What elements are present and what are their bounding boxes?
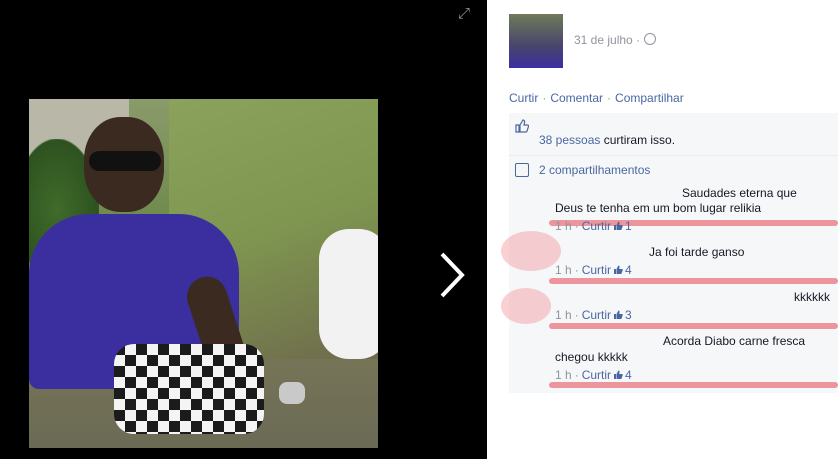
comment-time[interactable]: 1 h bbox=[555, 368, 572, 382]
thumbs-up-icon bbox=[614, 370, 623, 379]
photo-viewer: ⤢ bbox=[0, 0, 487, 459]
comment-meta: 1 h · Curtir 4 bbox=[555, 368, 632, 382]
comment: Saudades eterna que Deus te tenha em um … bbox=[509, 183, 838, 238]
comment-text: Acorda Diabo carne fresca bbox=[663, 334, 806, 348]
likes-box: 38 pessoas curtiram isso. 2 compartilham… bbox=[509, 113, 838, 183]
share-button[interactable]: Compartilhar bbox=[615, 91, 684, 105]
post-photo[interactable] bbox=[29, 99, 378, 448]
author-name-redacted[interactable] bbox=[574, 14, 694, 28]
comments-list: Saudades eterna que Deus te tenha em um … bbox=[501, 183, 838, 393]
post-panel: 31 de julho · Curtir · Comentar · Compartilh… bbox=[487, 0, 838, 459]
comment-meta: 1 h · Curtir 3 bbox=[555, 308, 632, 322]
comment-like-count[interactable]: 4 bbox=[625, 368, 632, 382]
post-date[interactable]: 31 de julho · bbox=[574, 33, 657, 47]
thumbs-up-icon bbox=[614, 221, 623, 230]
comment: kkkkkk 1 h · Curtir 3 bbox=[509, 284, 838, 329]
photo-other-person bbox=[319, 229, 378, 359]
comment-time[interactable]: 1 h bbox=[555, 308, 572, 322]
comment: Acorda Diabo carne fresca chegou kkkkk 1… bbox=[509, 330, 838, 390]
post-date-text[interactable]: 31 de julho · bbox=[574, 33, 640, 47]
photo-watch bbox=[279, 382, 305, 404]
comment-like-count[interactable]: 4 bbox=[625, 263, 632, 277]
comment-text: Deus te tenha em um bom lugar relikia bbox=[555, 201, 762, 215]
chevron-right-icon[interactable] bbox=[434, 250, 468, 300]
thumbs-up-icon bbox=[614, 310, 623, 319]
likes-summary: 38 pessoas curtiram isso. bbox=[539, 133, 675, 147]
like-button[interactable]: Curtir bbox=[509, 91, 538, 105]
shares-link[interactable]: 2 compartilhamentos bbox=[539, 163, 650, 177]
thumbs-up-icon bbox=[515, 119, 529, 133]
comment-like-button[interactable]: Curtir bbox=[582, 308, 611, 322]
comment-like-button[interactable]: Curtir bbox=[582, 263, 611, 277]
separator: · bbox=[574, 308, 579, 322]
share-icon bbox=[515, 163, 529, 177]
comment-meta: 1 h · Curtir 1 bbox=[555, 219, 632, 233]
comment-time[interactable]: 1 h bbox=[555, 219, 572, 233]
comment-text: chegou kkkkk bbox=[555, 350, 628, 364]
comment-like-button[interactable]: Curtir bbox=[582, 368, 611, 382]
photo-shorts bbox=[114, 344, 264, 434]
comment-like-button[interactable]: Curtir bbox=[582, 219, 611, 233]
comment-button[interactable]: Comentar bbox=[550, 91, 603, 105]
comment: Ja foi tarde ganso 1 h · Curtir 4 bbox=[509, 239, 838, 283]
avatar[interactable] bbox=[509, 14, 563, 68]
thumbs-up-icon bbox=[614, 265, 623, 274]
separator: · bbox=[574, 263, 579, 277]
comment-like-count[interactable]: 3 bbox=[625, 308, 632, 322]
likes-suffix: curtiram isso. bbox=[600, 133, 676, 147]
globe-icon bbox=[644, 33, 657, 45]
comment-text: Ja foi tarde ganso bbox=[649, 245, 745, 259]
separator: · bbox=[574, 368, 579, 382]
likes-count-link[interactable]: 38 pessoas bbox=[539, 133, 600, 147]
separator: · bbox=[574, 219, 579, 233]
post-actions: Curtir · Comentar · Compartilhar bbox=[509, 91, 684, 105]
comment-time[interactable]: 1 h bbox=[555, 263, 572, 277]
separator: · bbox=[607, 91, 612, 105]
comment-text: kkkkkk bbox=[794, 290, 830, 304]
comment-meta: 1 h · Curtir 4 bbox=[555, 263, 632, 277]
expand-icon[interactable]: ⤢ bbox=[456, 6, 472, 22]
separator: · bbox=[542, 91, 547, 105]
comment-like-count[interactable]: 1 bbox=[625, 219, 632, 233]
shares-row: 2 compartilhamentos bbox=[509, 155, 838, 184]
photo-sunglasses bbox=[89, 151, 161, 171]
